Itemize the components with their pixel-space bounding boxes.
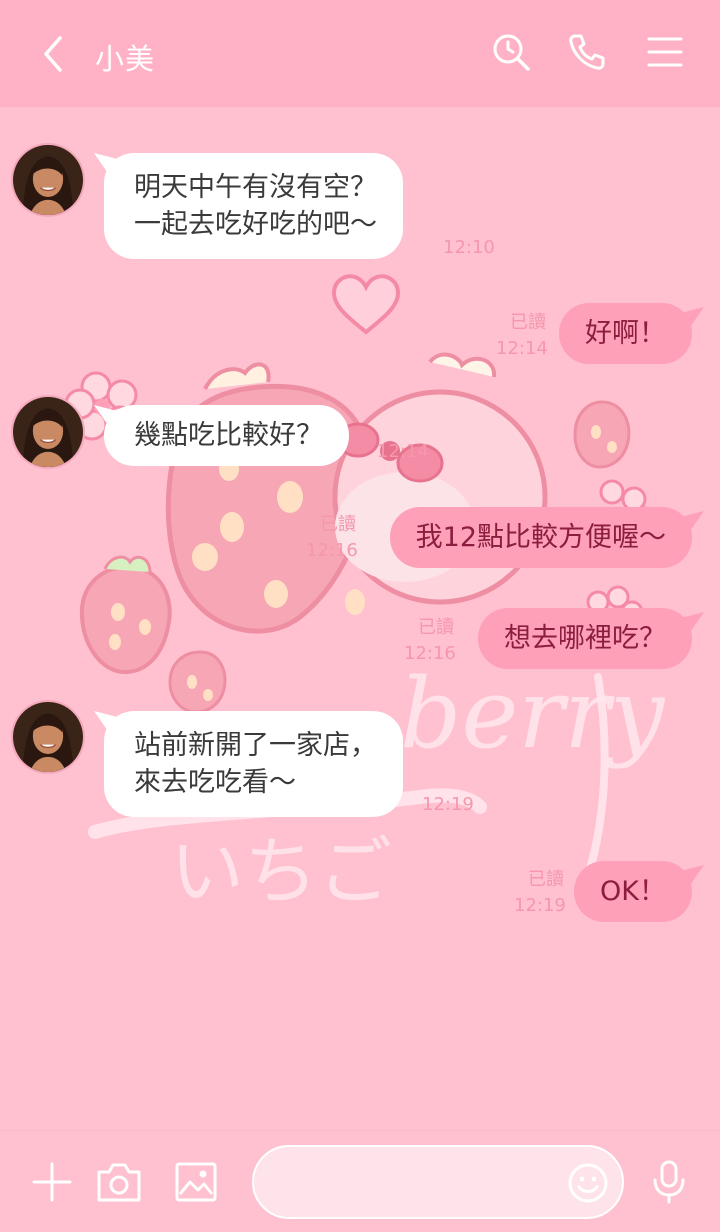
- search-icon[interactable]: [489, 30, 533, 74]
- message-timestamp: 12:14: [377, 441, 429, 462]
- incoming-message-bubble[interactable]: 明天中午有沒有空？ 一起去吃好吃的吧～: [104, 153, 403, 259]
- incoming-message-bubble[interactable]: 站前新開了一家店， 來去吃吃看～: [104, 711, 403, 817]
- read-receipt: 已讀 12:16: [306, 512, 358, 564]
- emoji-icon[interactable]: [566, 1161, 610, 1205]
- read-label: 已讀: [510, 312, 546, 333]
- message-input-container: [252, 1145, 624, 1219]
- read-label: 已讀: [528, 869, 564, 890]
- message-timestamp: 12:19: [514, 895, 566, 916]
- read-receipt: 已讀 12:14: [496, 310, 548, 362]
- read-label: 已讀: [320, 514, 356, 535]
- contact-avatar[interactable]: [11, 143, 85, 217]
- chat-area[interactable]: berry いちご 明天中午有沒有空？ 一起去吃好吃的吧～ 12:10 已讀 1…: [0, 107, 720, 1130]
- read-receipt: 已讀 12:19: [514, 867, 566, 919]
- contact-avatar[interactable]: [11, 395, 85, 469]
- chat-header: 小美: [0, 0, 720, 107]
- background-kana-text: いちご: [170, 829, 392, 915]
- outgoing-message-bubble[interactable]: OK！: [574, 861, 692, 922]
- contact-avatar[interactable]: [11, 700, 85, 774]
- image-icon[interactable]: [170, 1156, 222, 1208]
- outgoing-message-bubble[interactable]: 好啊！: [559, 303, 692, 364]
- plus-icon[interactable]: [26, 1156, 78, 1208]
- avatar-photo: [13, 145, 83, 215]
- message-timestamp: 12:16: [404, 643, 456, 664]
- read-receipt: 已讀 12:16: [404, 615, 456, 667]
- back-arrow-icon[interactable]: [34, 32, 74, 76]
- menu-icon[interactable]: [643, 30, 687, 74]
- avatar-photo: [13, 702, 83, 772]
- message-timestamp: 12:14: [496, 338, 548, 359]
- message-timestamp: 12:10: [443, 237, 495, 258]
- message-timestamp: 12:19: [422, 794, 474, 815]
- outgoing-message-bubble[interactable]: 我12點比較方便喔～: [389, 507, 692, 568]
- read-label: 已讀: [418, 617, 454, 638]
- outgoing-message-bubble[interactable]: 想去哪裡吃？: [478, 608, 692, 669]
- message-timestamp: 12:16: [306, 540, 358, 561]
- microphone-icon[interactable]: [643, 1156, 695, 1208]
- background-berry-text: berry: [400, 658, 666, 770]
- camera-icon[interactable]: [93, 1156, 145, 1208]
- message-input[interactable]: [278, 1161, 568, 1203]
- incoming-message-bubble[interactable]: 幾點吃比較好？: [104, 405, 349, 466]
- avatar-photo: [13, 397, 83, 467]
- chat-input-bar: [0, 1130, 720, 1232]
- chat-title: 小美: [95, 42, 156, 76]
- phone-icon[interactable]: [565, 30, 609, 74]
